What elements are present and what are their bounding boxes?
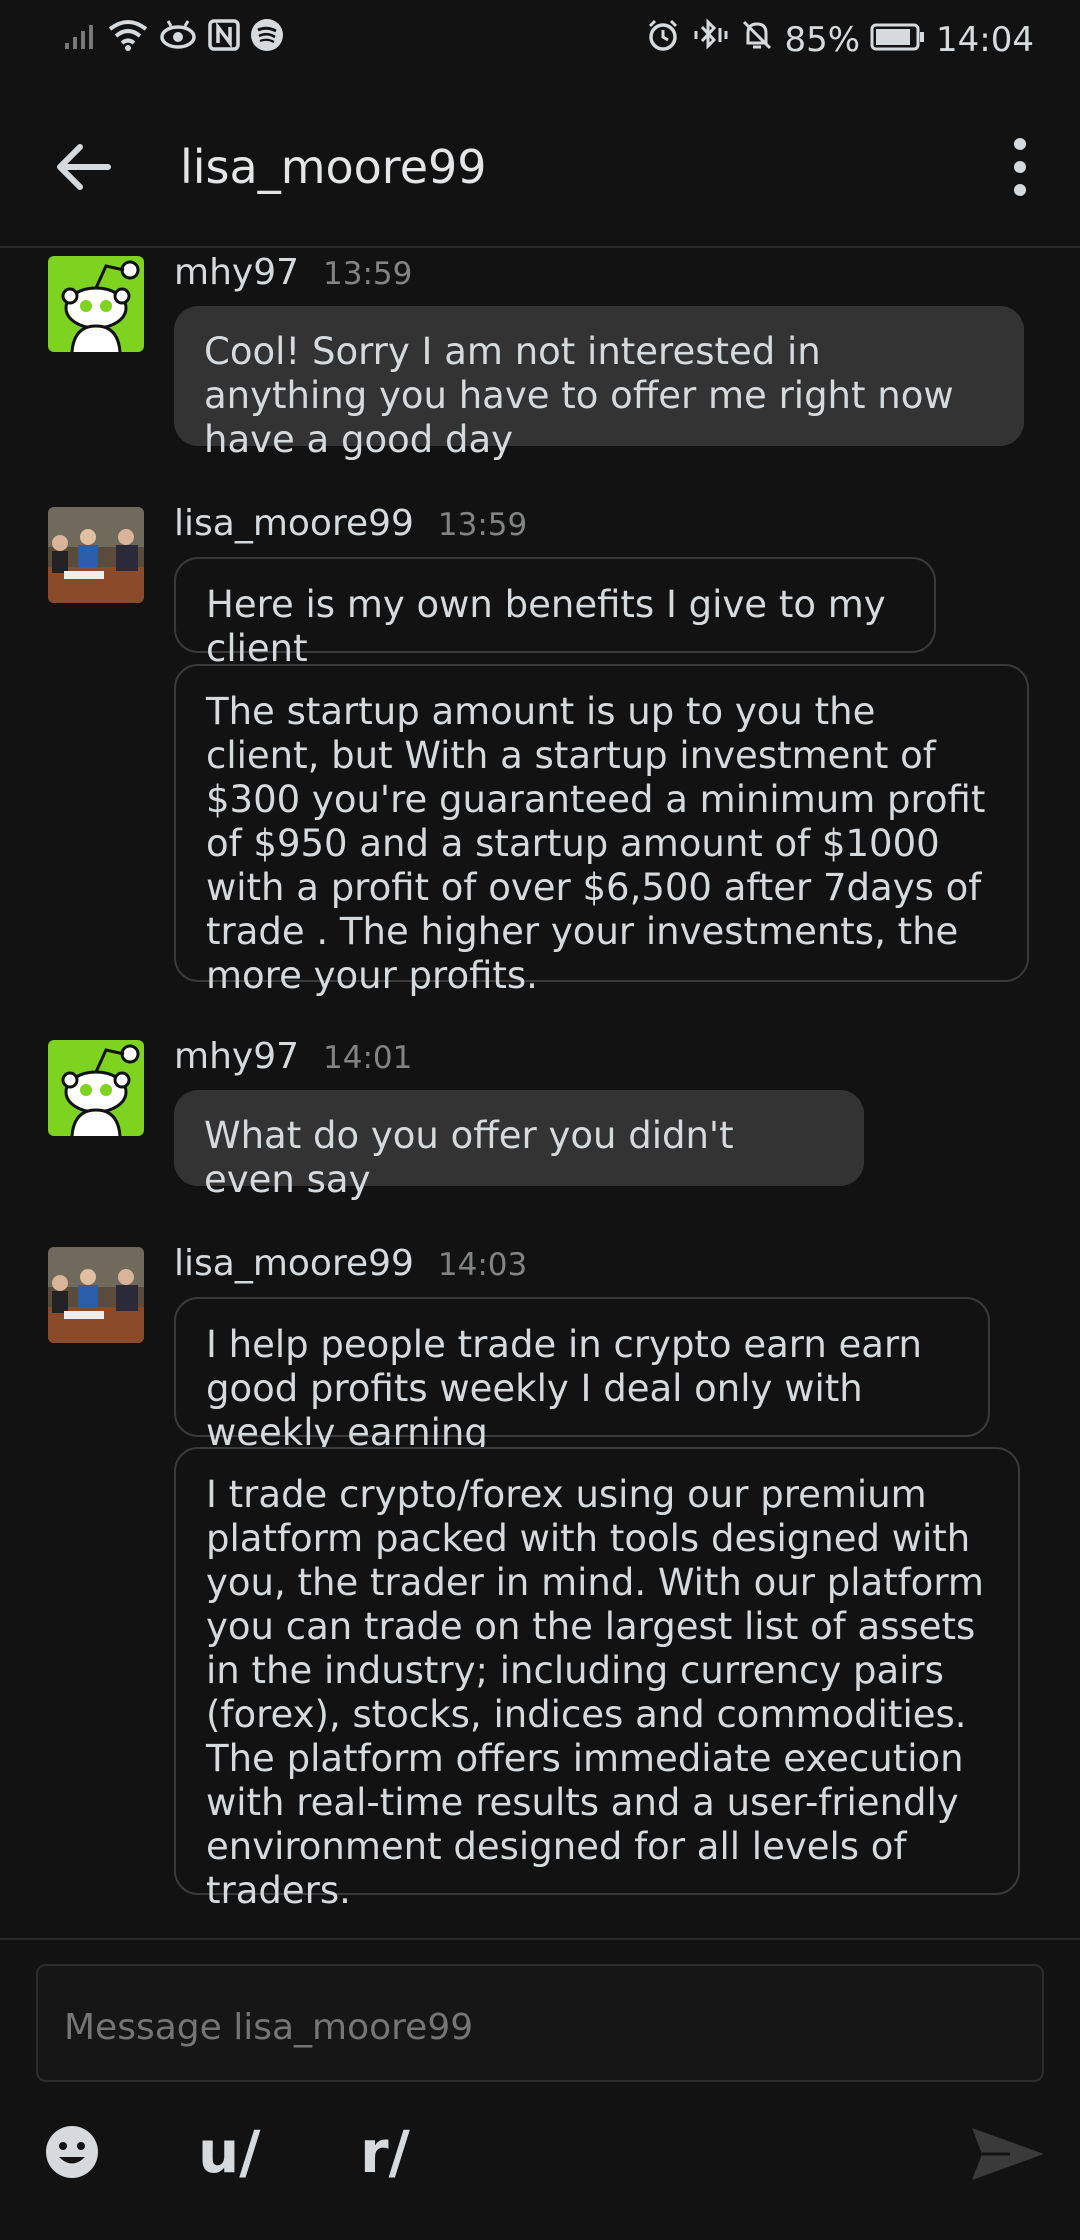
bluetooth-vibrate-icon xyxy=(690,18,730,61)
emoji-button[interactable] xyxy=(44,2124,100,2194)
avatar[interactable] xyxy=(48,256,144,352)
username[interactable]: mhy97 xyxy=(174,252,299,293)
clock: 14:04 xyxy=(936,19,1034,60)
battery-percent: 85% xyxy=(784,19,861,60)
message-meta: mhy97 14:01 xyxy=(174,1036,412,1077)
message-meta: mhy97 13:59 xyxy=(174,252,412,293)
more-options-button[interactable] xyxy=(1000,132,1040,202)
message-composer[interactable] xyxy=(36,1964,1044,2082)
timestamp: 13:59 xyxy=(437,507,528,543)
snoo-avatar-icon xyxy=(48,1040,144,1136)
message-meta: lisa_moore99 13:59 xyxy=(174,503,527,544)
message-bubble[interactable]: Here is my own benefits I give to my cli… xyxy=(174,557,936,670)
timestamp: 14:01 xyxy=(323,1040,413,1076)
spotify-icon xyxy=(250,18,284,61)
message-bubble[interactable]: What do you offer you didn't even say xyxy=(174,1090,864,1201)
snoo-avatar-icon xyxy=(48,256,144,352)
arrow-left-icon xyxy=(57,144,111,190)
message-bubble[interactable]: Cool! Sorry I am not interested in anyth… xyxy=(174,306,1024,461)
nfc-icon xyxy=(208,19,240,60)
username[interactable]: mhy97 xyxy=(174,1036,299,1077)
message-bubble[interactable]: The startup amount is up to you the clie… xyxy=(174,664,1029,997)
message-input[interactable] xyxy=(62,2006,1022,2049)
avatar[interactable] xyxy=(48,1247,144,1343)
more-vertical-icon xyxy=(1014,138,1026,196)
avatar[interactable] xyxy=(48,507,144,603)
battery-icon xyxy=(870,20,926,60)
notifications-off-icon xyxy=(740,18,774,61)
alarm-icon xyxy=(646,18,680,61)
avatar[interactable] xyxy=(48,1040,144,1136)
photo-avatar-icon xyxy=(48,507,144,603)
signal-icon xyxy=(64,20,98,60)
chat-header: lisa_moore99 xyxy=(0,80,1080,248)
timestamp: 14:03 xyxy=(437,1247,528,1283)
username[interactable]: lisa_moore99 xyxy=(174,1243,414,1284)
send-button[interactable] xyxy=(970,2124,1046,2198)
timestamp: 13:59 xyxy=(323,256,413,292)
eye-comfort-icon xyxy=(158,19,198,60)
smiley-icon xyxy=(46,2126,98,2178)
message-bubble[interactable]: I help people trade in crypto earn earn … xyxy=(174,1297,990,1454)
message-meta: lisa_moore99 14:03 xyxy=(174,1243,527,1284)
send-icon xyxy=(972,2128,1044,2180)
chat-title: lisa_moore99 xyxy=(180,140,487,194)
user-mention-button[interactable]: u/ xyxy=(198,2118,260,2186)
status-bar: 85% 14:04 xyxy=(0,0,1080,80)
composer-divider xyxy=(0,1938,1080,1940)
community-mention-button[interactable]: r/ xyxy=(360,2118,410,2186)
username[interactable]: lisa_moore99 xyxy=(174,503,414,544)
wifi-icon xyxy=(108,19,148,60)
photo-avatar-icon xyxy=(48,1247,144,1343)
back-button[interactable] xyxy=(50,132,120,202)
message-bubble[interactable]: I trade crypto/forex using our premium p… xyxy=(174,1447,1020,1912)
